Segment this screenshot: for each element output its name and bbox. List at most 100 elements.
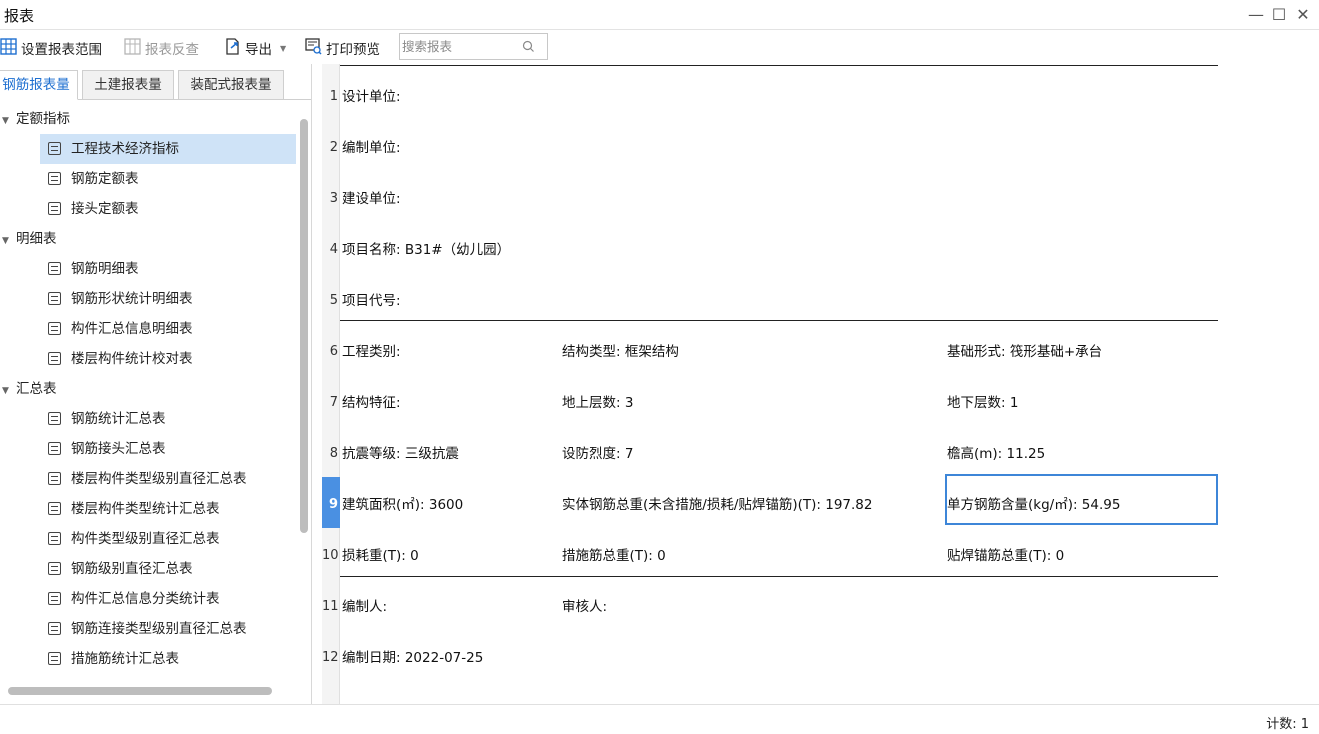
row-number[interactable]: 9: [322, 477, 340, 528]
row-number[interactable]: 8: [322, 426, 340, 477]
report-cell[interactable]: 基础形式: 筏形基础+承台: [947, 340, 1102, 360]
row-number[interactable]: 12: [322, 630, 340, 681]
document-icon: [48, 262, 61, 275]
document-icon: [48, 472, 61, 485]
report-row: 5 项目代号:: [322, 273, 1222, 324]
report-cell[interactable]: 项目名称: B31#（幼儿园）: [342, 238, 510, 258]
report-row: 2 编制单位:: [322, 120, 1222, 171]
report-cell[interactable]: 措施筋总重(T): 0: [562, 544, 666, 564]
tab-civil[interactable]: 土建报表量: [82, 70, 174, 100]
vertical-scrollbar[interactable]: [300, 119, 308, 533]
report-cell[interactable]: 檐高(m): 11.25: [947, 442, 1045, 462]
set-range-button[interactable]: 设置报表范围: [0, 37, 102, 59]
tree-group-detail[interactable]: ▼ 明细表: [2, 224, 57, 254]
report-cell[interactable]: 结构类型: 框架结构: [562, 340, 679, 360]
row-number[interactable]: 3: [322, 171, 340, 222]
report-cell[interactable]: 工程类别:: [342, 340, 401, 360]
report-cell[interactable]: 损耗重(T): 0: [342, 544, 419, 564]
document-icon: [48, 622, 61, 635]
tree-item[interactable]: 构件汇总信息分类统计表: [40, 584, 296, 614]
tree-item[interactable]: 构件汇总信息明细表: [40, 314, 296, 344]
tree-item[interactable]: 钢筋连接类型级别直径汇总表: [40, 614, 296, 644]
row-number[interactable]: 5: [322, 273, 340, 324]
export-button[interactable]: 导出 ▼: [224, 37, 286, 59]
report-cell[interactable]: 编制单位:: [342, 136, 401, 156]
report-cell[interactable]: 编制日期: 2022-07-25: [342, 646, 483, 666]
row-number[interactable]: 2: [322, 120, 340, 171]
tree-item-label: 楼层构件统计校对表: [71, 351, 193, 367]
reverse-check-label: 报表反查: [145, 42, 199, 58]
selected-cell[interactable]: [945, 474, 1218, 525]
row-number[interactable]: 11: [322, 579, 340, 630]
tree-group-label: 汇总表: [16, 381, 57, 397]
tree-item[interactable]: 楼层构件统计校对表: [40, 344, 296, 374]
report-cell[interactable]: 抗震等级: 三级抗震: [342, 442, 459, 462]
tree-item[interactable]: 钢筋定额表: [40, 164, 296, 194]
report-cell[interactable]: 结构特征:: [342, 391, 401, 411]
row-number[interactable]: 10: [322, 528, 340, 579]
row-number[interactable]: 6: [322, 324, 340, 375]
tree-item[interactable]: 钢筋级别直径汇总表: [40, 554, 296, 584]
print-preview-label: 打印预览: [326, 42, 380, 58]
report-cell[interactable]: 编制人:: [342, 595, 387, 615]
print-preview-icon: [305, 37, 322, 59]
tree-item-label: 构件类型级别直径汇总表: [71, 531, 220, 547]
tree-group-summary[interactable]: ▼ 汇总表: [2, 374, 57, 404]
tree-item[interactable]: 钢筋接头汇总表: [40, 434, 296, 464]
dropdown-arrow-icon[interactable]: ▼: [280, 44, 286, 53]
row-number[interactable]: 4: [322, 222, 340, 273]
report-navigation-panel: 钢筋报表量 土建报表量 装配式报表量 ▼ 定额指标 工程技术经济指标 钢筋定额表 …: [0, 64, 312, 704]
report-cell[interactable]: 设计单位:: [342, 85, 401, 105]
print-preview-button[interactable]: 打印预览: [305, 37, 380, 59]
close-button[interactable]: ✕: [1292, 4, 1314, 26]
report-cell[interactable]: 地上层数: 3: [562, 391, 633, 411]
report-cell[interactable]: 设防烈度: 7: [562, 442, 633, 462]
caret-down-icon[interactable]: ▼: [2, 106, 16, 136]
document-icon: [48, 142, 61, 155]
minimize-button[interactable]: —: [1245, 4, 1267, 26]
export-icon: [224, 37, 241, 59]
tree-item[interactable]: 构件类型级别直径汇总表: [40, 524, 296, 554]
divider: [340, 65, 1218, 66]
tree-item[interactable]: 楼层构件类型级别直径汇总表: [40, 464, 296, 494]
row-number[interactable]: 7: [322, 375, 340, 426]
horizontal-scrollbar[interactable]: [8, 687, 272, 695]
maximize-button[interactable]: ☐: [1268, 4, 1290, 26]
document-icon: [48, 502, 61, 515]
report-row: 10 损耗重(T): 0 措施筋总重(T): 0 贴焊锚筋总重(T): 0: [322, 528, 1222, 579]
tree-group-quota[interactable]: ▼ 定额指标: [2, 104, 70, 134]
tab-prefab[interactable]: 装配式报表量: [178, 70, 284, 100]
tree-item[interactable]: 钢筋明细表: [40, 254, 296, 284]
tree-item[interactable]: 楼层构件类型统计汇总表: [40, 494, 296, 524]
report-cell[interactable]: 地下层数: 1: [947, 391, 1018, 411]
document-icon: [48, 442, 61, 455]
count-label: 计数: 1: [1266, 717, 1309, 732]
reverse-check-button[interactable]: 报表反查: [124, 37, 199, 59]
report-row: 4 项目名称: B31#（幼儿园）: [322, 222, 1222, 273]
document-icon: [48, 352, 61, 365]
search-input[interactable]: [402, 37, 514, 56]
tree-item[interactable]: 接头定额表: [40, 194, 296, 224]
report-cell[interactable]: 审核人:: [562, 595, 607, 615]
report-cell[interactable]: 建设单位:: [342, 187, 401, 207]
tree-item-label: 楼层构件类型级别直径汇总表: [71, 471, 247, 487]
tree-item[interactable]: 工程技术经济指标: [40, 134, 296, 164]
caret-down-icon[interactable]: ▼: [2, 376, 16, 406]
document-icon: [48, 532, 61, 545]
tab-rebar[interactable]: 钢筋报表量: [0, 70, 78, 100]
report-cell[interactable]: 贴焊锚筋总重(T): 0: [947, 544, 1064, 564]
report-cell[interactable]: 实体钢筋总重(未含措施/损耗/贴焊锚筋)(T): 197.82: [562, 493, 873, 513]
row-number[interactable]: 1: [322, 69, 340, 120]
report-cell[interactable]: 建筑面积(㎡): 3600: [342, 493, 463, 513]
tree-item[interactable]: 措施筋统计汇总表: [40, 644, 296, 674]
search-icon[interactable]: [522, 40, 535, 57]
toolbar: 设置报表范围 报表反查 导出 ▼ 打印预览: [0, 31, 1319, 63]
title-bar: 报表 — ☐ ✕: [0, 0, 1319, 30]
report-cell[interactable]: 项目代号:: [342, 289, 401, 309]
tree-item[interactable]: 钢筋形状统计明细表: [40, 284, 296, 314]
document-icon: [48, 292, 61, 305]
document-icon: [48, 592, 61, 605]
tree-item-label: 钢筋级别直径汇总表: [71, 561, 193, 577]
tree-item[interactable]: 钢筋统计汇总表: [40, 404, 296, 434]
caret-down-icon[interactable]: ▼: [2, 226, 16, 256]
